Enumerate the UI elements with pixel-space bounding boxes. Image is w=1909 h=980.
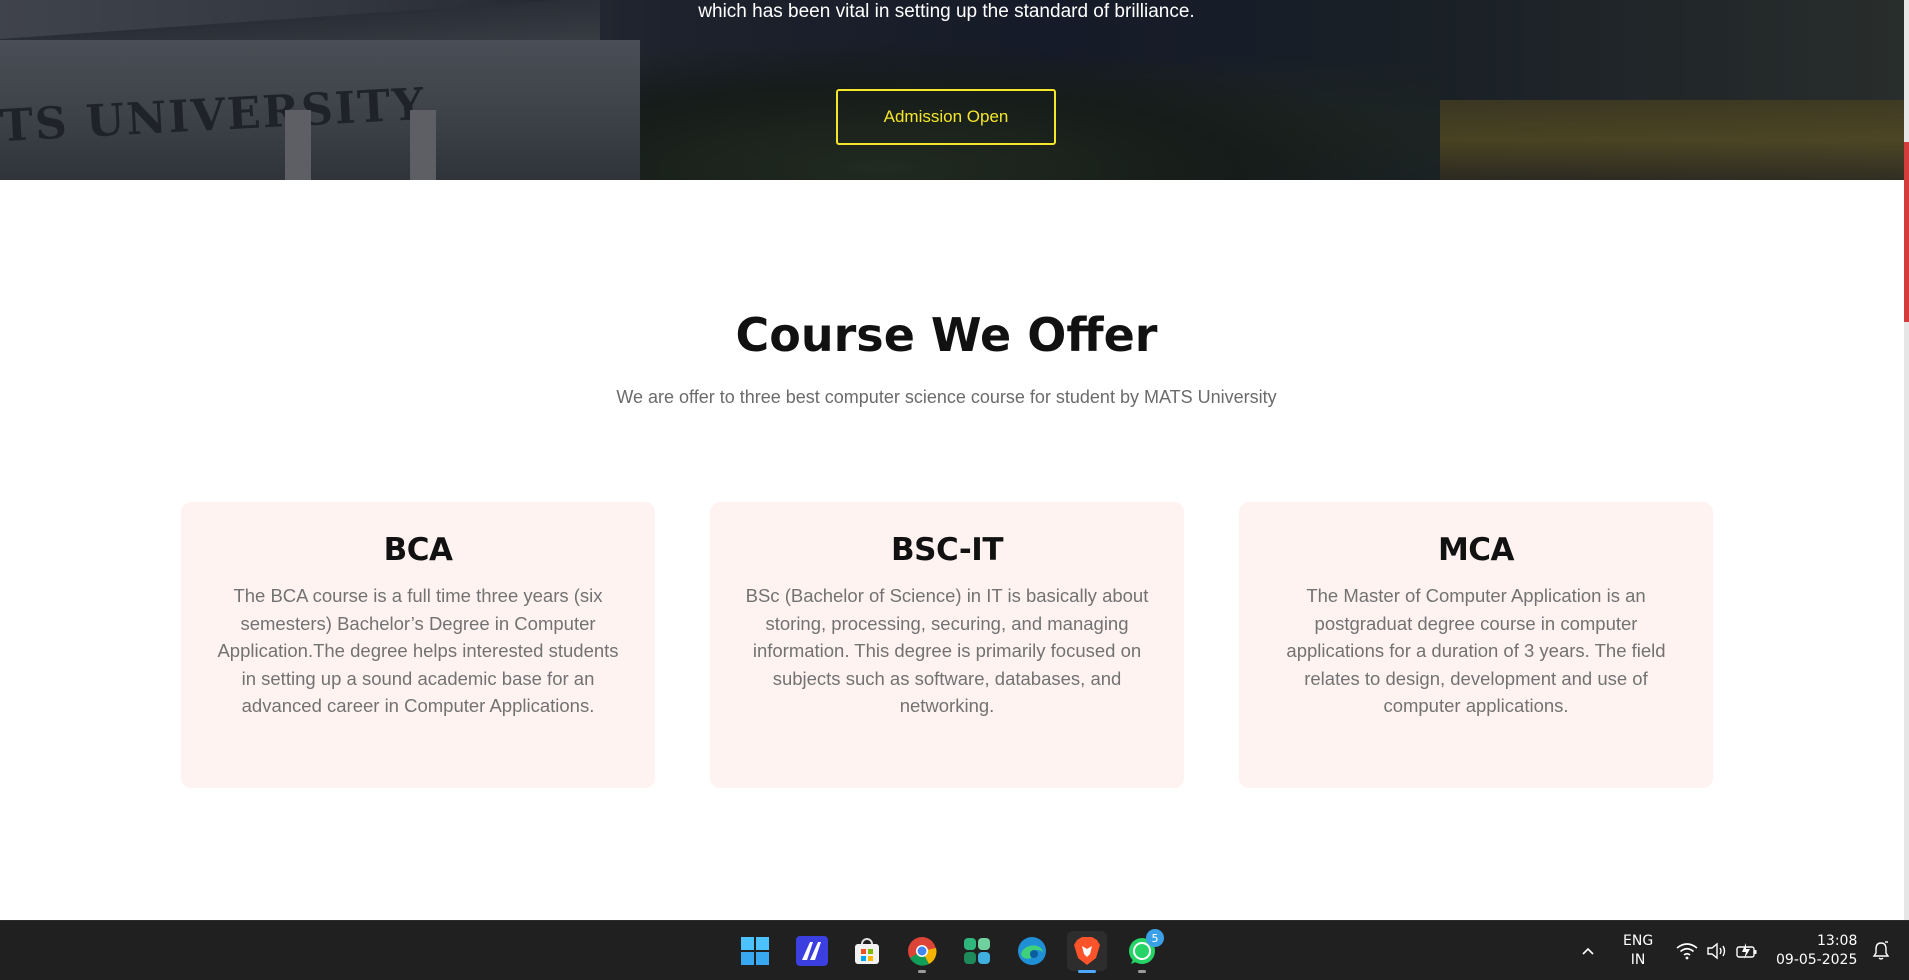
hero-tagline: which has been vital in setting up the s…: [698, 1, 1195, 22]
battery-charging-icon: [1736, 942, 1757, 959]
running-indicator: [1138, 970, 1146, 973]
clock-date: 09-05-2025: [1776, 951, 1858, 968]
courses-title: Course We Offer: [735, 308, 1158, 362]
course-description: The Master of Computer Application is an…: [1286, 585, 1666, 716]
store-bag-icon: [855, 938, 879, 964]
windows-taskbar: 5 ENG IN 13:08 09-05-2025: [0, 920, 1909, 980]
windows-logo-icon: [741, 937, 769, 965]
course-card-mca[interactable]: MCA The Master of Computer Application i…: [1239, 502, 1713, 788]
active-indicator: [1078, 970, 1096, 973]
notification-badge: 5: [1146, 929, 1164, 947]
admission-open-button[interactable]: Admission Open: [836, 89, 1056, 145]
course-name: BSC-IT: [891, 532, 1003, 568]
course-name: BCA: [383, 532, 453, 568]
course-card-bsc-it[interactable]: BSC-IT BSc (Bachelor of Science) in IT i…: [710, 502, 1184, 788]
language-code: ENG: [1623, 932, 1654, 949]
taskbar-app-chrome[interactable]: [902, 931, 942, 973]
notification-bell-icon: [1872, 940, 1890, 960]
quick-settings-button[interactable]: [1676, 921, 1758, 980]
ai-slash-icon: [796, 936, 828, 966]
clock[interactable]: 13:08 09-05-2025: [1776, 921, 1857, 980]
volume-icon: [1707, 942, 1726, 959]
show-hidden-icons-button[interactable]: [1580, 921, 1596, 980]
page-scrollbar[interactable]: [1904, 0, 1909, 920]
start-button[interactable]: [735, 931, 775, 971]
chrome-icon: [908, 937, 937, 966]
course-description: BSc (Bachelor of Science) in IT is basic…: [745, 585, 1149, 716]
taskbar-app-brave[interactable]: [1067, 931, 1107, 973]
course-name: MCA: [1437, 532, 1515, 568]
taskbar-app-whatsapp[interactable]: 5: [1122, 929, 1164, 973]
brave-lion-icon: [1074, 937, 1100, 965]
taskbar-app-store[interactable]: [847, 931, 887, 971]
course-description: The BCA course is a full time three year…: [217, 585, 619, 716]
taskbar-app-green[interactable]: [957, 931, 997, 971]
scrollbar-thumb[interactable]: [1904, 142, 1909, 322]
taskbar-app-edge[interactable]: [1012, 931, 1052, 971]
notifications-button[interactable]: [1872, 921, 1890, 980]
wifi-icon: [1676, 942, 1698, 959]
clover-app-icon: [964, 938, 990, 964]
course-cards: BCA The BCA course is a full time three …: [181, 502, 1713, 788]
clock-time: 13:08: [1817, 932, 1858, 949]
hero-banner: TS UNIVERSITY which has been vital in se…: [0, 0, 1904, 180]
courses-subtitle: We are offer to three best computer scie…: [616, 387, 1277, 407]
taskbar-app-ai[interactable]: [792, 931, 832, 971]
chevron-up-icon: [1582, 947, 1594, 955]
running-indicator: [918, 970, 926, 973]
region-code: IN: [1630, 951, 1646, 968]
course-card-bca[interactable]: BCA The BCA course is a full time three …: [181, 502, 655, 788]
edge-icon: [1018, 937, 1046, 965]
language-indicator[interactable]: ENG IN: [1623, 921, 1653, 980]
